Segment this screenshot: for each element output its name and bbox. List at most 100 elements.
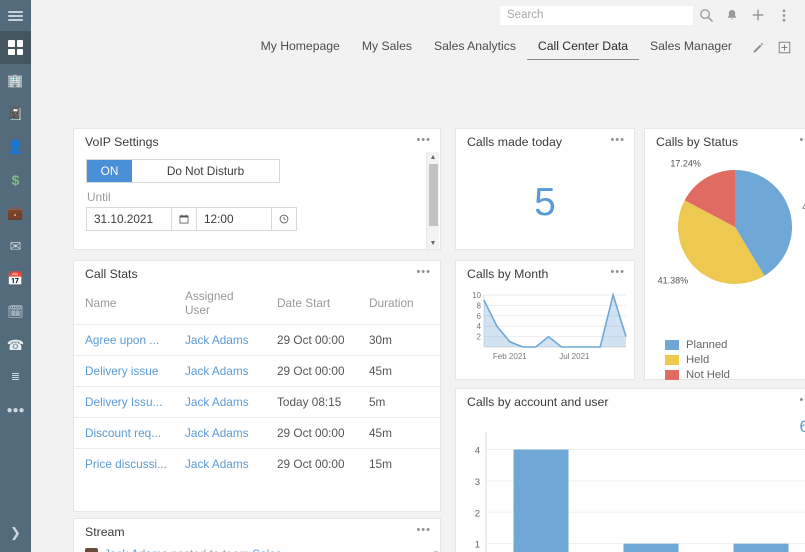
calendar-icon: 📅 — [7, 271, 24, 286]
cell-name[interactable]: Discount req... — [74, 417, 174, 449]
tab-my-sales[interactable]: My Sales — [351, 37, 423, 60]
tab-call-center-data[interactable]: Call Center Data — [526, 37, 640, 60]
contact-card-icon: 📓 — [7, 106, 24, 121]
sidebar-item-calls[interactable]: ☎ — [0, 328, 31, 361]
sidebar-item-tasks[interactable]: ≣ — [0, 361, 31, 394]
create-button[interactable] — [745, 2, 771, 28]
call-name-link[interactable]: Agree upon ... — [85, 333, 159, 347]
x-tick-label: Jul 2021 — [559, 352, 590, 361]
cell-assigned-user[interactable]: Jack Adams — [174, 417, 266, 449]
voip-time-picker-button[interactable] — [271, 207, 297, 231]
stream-team-link[interactable]: Sales — [252, 547, 282, 552]
tab-sales-analytics[interactable]: Sales Analytics — [423, 37, 527, 60]
table-row[interactable]: Delivery Issu... Jack Adams Today 08:15 … — [74, 386, 440, 418]
legend-item[interactable]: Held — [665, 354, 805, 366]
sidebar-item-meetings[interactable]: 🗓 — [0, 295, 31, 328]
cell-date-start: 29 Oct 00:00 — [266, 355, 358, 387]
legend-item[interactable]: Planned — [665, 339, 805, 351]
call-name-link[interactable]: Price discussi... — [85, 457, 167, 471]
voip-panel-menu-button[interactable]: ••• — [416, 135, 431, 149]
calls-by-account-panel-header: Calls by account and user ••• — [456, 389, 805, 415]
phone-icon: ☎ — [6, 336, 25, 353]
calls-by-account-bar-chart[interactable]: 1234MoneyIntroEasyReservationsStop&Shop — [456, 415, 805, 552]
voip-toggle-on-label[interactable]: ON — [87, 160, 132, 182]
sidebar-item-cases[interactable]: 💼 — [0, 196, 31, 229]
cell-name[interactable]: Price discussi... — [74, 448, 174, 479]
tab-sales-manager[interactable]: Sales Manager — [639, 37, 743, 60]
do-not-disturb-toggle[interactable]: ON Do Not Disturb — [86, 159, 280, 183]
calls-by-status-pie-chart[interactable]: 41.38%41.38%17.24% — [645, 155, 805, 335]
panel-calls-by-status: Calls by Status ••• 41.38%41.38%17.24% P… — [644, 128, 805, 381]
calls-by-status-panel-menu-button[interactable]: ••• — [799, 135, 805, 149]
call-name-link[interactable]: Delivery Issu... — [85, 395, 162, 409]
voip-date-input[interactable]: 31.10.2021 — [86, 207, 172, 231]
notifications-button[interactable] — [719, 2, 745, 28]
cell-name[interactable]: Agree upon ... — [74, 324, 174, 356]
column-header-assigned-user[interactable]: Assigned User — [174, 287, 266, 325]
tab-my-homepage[interactable]: My Homepage — [250, 37, 351, 60]
voip-toggle-dnd-label[interactable]: Do Not Disturb — [132, 160, 279, 182]
sidebar-item-dashboard[interactable] — [0, 31, 31, 64]
building-icon: 🏢 — [7, 73, 24, 88]
hamburger-menu-button[interactable] — [0, 0, 31, 31]
search-input[interactable] — [507, 9, 686, 21]
scrollbar-thumb[interactable] — [428, 164, 438, 226]
call-stats-panel-menu-button[interactable]: ••• — [416, 267, 431, 281]
cell-assigned-user[interactable]: Jack Adams — [174, 355, 266, 387]
table-header-row: Name Assigned User Date Start Duration — [74, 287, 440, 325]
stream-post-menu-button[interactable]: ▾ — [433, 548, 438, 552]
sidebar-item-opportunities[interactable]: $ — [0, 163, 31, 196]
pencil-icon — [753, 42, 763, 53]
table-row[interactable]: Price discussi... Jack Adams 29 Oct 00:0… — [74, 448, 440, 479]
cell-duration: 15m — [358, 448, 440, 479]
scroll-up-arrow-icon[interactable]: ▲ — [430, 152, 437, 163]
table-row[interactable]: Discount req... Jack Adams 29 Oct 00:00 … — [74, 417, 440, 449]
call-name-link[interactable]: Discount req... — [85, 426, 161, 440]
table-row[interactable]: Agree upon ... Jack Adams 29 Oct 00:00 3… — [74, 324, 440, 356]
call-name-link[interactable]: Delivery issue — [85, 364, 158, 378]
search-box[interactable] — [500, 5, 693, 25]
sidebar-item-contacts[interactable]: 📓 — [0, 97, 31, 130]
sidebar-expand-button[interactable]: ❯ — [0, 512, 31, 552]
sidebar-item-calendar[interactable]: 📅 — [0, 262, 31, 295]
legend-label: Not Held — [686, 369, 730, 381]
pie-label: 17.24% — [670, 159, 701, 169]
sidebar-item-more[interactable]: ●●● — [0, 394, 31, 427]
column-header-duration[interactable]: Duration — [358, 287, 440, 325]
stream-post: Jack Adams posted to team Sales — [85, 547, 430, 552]
legend-label: Planned — [686, 339, 728, 351]
sidebar-item-accounts[interactable]: 🏢 — [0, 64, 31, 97]
stream-panel-menu-button[interactable]: ••• — [416, 525, 431, 539]
calls-by-status-panel-title: Calls by Status — [656, 135, 739, 149]
stream-body: Jack Adams posted to team Sales Cathy Bu… — [74, 545, 440, 552]
calls-by-account-panel-menu-button[interactable]: ••• — [799, 395, 805, 409]
cell-name[interactable]: Delivery Issu... — [74, 386, 174, 418]
voip-until-label: Until — [87, 190, 111, 204]
overflow-menu-button[interactable] — [771, 2, 797, 28]
add-dashboard-button[interactable] — [773, 36, 795, 58]
cell-assigned-user[interactable]: Jack Adams — [174, 324, 266, 356]
stream-author-link[interactable]: Jack Adams — [104, 547, 168, 552]
cell-assigned-user[interactable]: Jack Adams — [174, 448, 266, 479]
sidebar-item-emails[interactable]: ✉ — [0, 229, 31, 262]
calls-by-month-chart[interactable]: 2 46 810 Feb 2021 Jul 2021 — [456, 287, 634, 377]
calls-today-panel-menu-button[interactable]: ••• — [610, 135, 625, 149]
table-row[interactable]: Delivery issue Jack Adams 29 Oct 00:00 4… — [74, 355, 440, 387]
cell-assigned-user[interactable]: Jack Adams — [174, 386, 266, 418]
bar — [623, 543, 679, 552]
voip-scrollbar[interactable]: ▲ ▼ — [426, 152, 439, 249]
voip-date-picker-button[interactable] — [171, 207, 197, 231]
voip-time-input[interactable]: 12:00 — [196, 207, 272, 231]
column-header-date-start[interactable]: Date Start — [266, 287, 358, 325]
legend-label: Held — [686, 354, 710, 366]
stream-panel-title: Stream — [85, 525, 125, 539]
calls-by-month-panel-menu-button[interactable]: ••• — [610, 267, 625, 281]
dashboard-grid: VoIP Settings ••• ON Do Not Disturb Unti… — [31, 60, 805, 552]
search-button[interactable] — [693, 2, 719, 28]
column-header-name[interactable]: Name — [74, 287, 174, 325]
scroll-down-arrow-icon[interactable]: ▼ — [430, 238, 437, 249]
cell-name[interactable]: Delivery issue — [74, 355, 174, 387]
sidebar-item-leads[interactable]: 👤 — [0, 130, 31, 163]
legend-item[interactable]: Not Held — [665, 369, 805, 381]
edit-dashboard-button[interactable] — [747, 36, 769, 58]
